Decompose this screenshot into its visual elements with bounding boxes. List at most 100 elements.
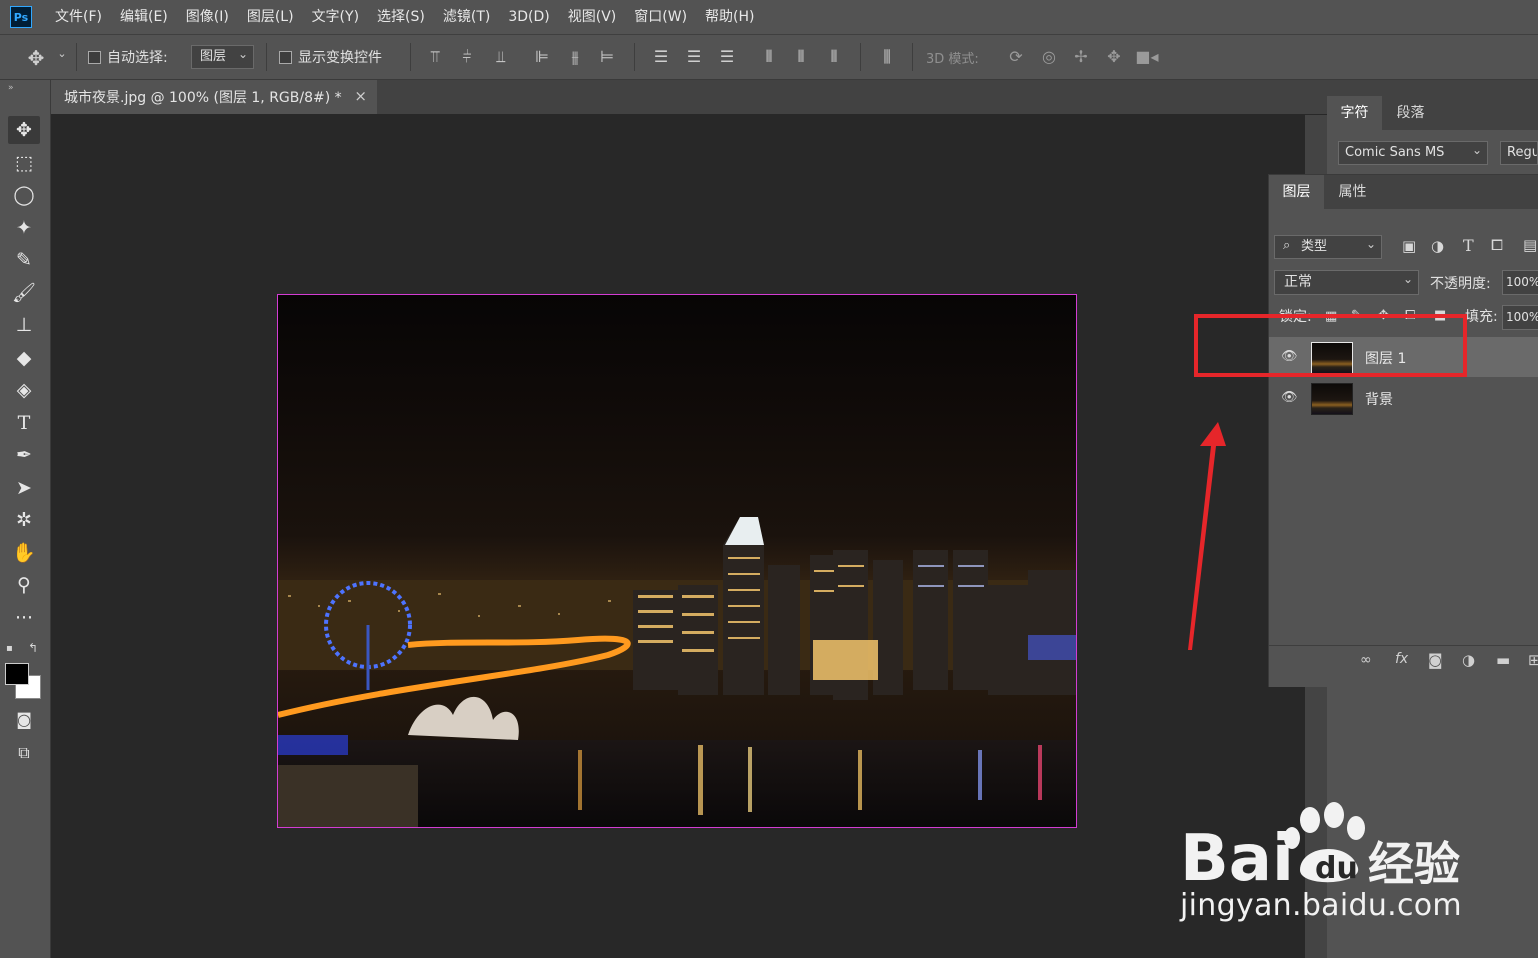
distribute-bottom-icon[interactable]: ☰ bbox=[715, 47, 739, 66]
layer-name[interactable]: 背景 bbox=[1365, 389, 1393, 409]
new-group-folder-icon[interactable]: ▬ bbox=[1496, 651, 1510, 669]
layer-style-fx-icon[interactable]: fx bbox=[1395, 651, 1408, 667]
3d-orbit-icon[interactable]: ⟳ bbox=[1004, 47, 1028, 66]
shape-tool-icon[interactable]: ✲ bbox=[8, 506, 40, 534]
menu-filter[interactable]: 滤镜(T) bbox=[434, 0, 499, 34]
document-tab[interactable]: 城市夜景.jpg @ 100% (图层 1, RGB/8#) * × bbox=[51, 80, 377, 114]
move-tool-icon[interactable]: ✥ bbox=[8, 116, 40, 144]
divider bbox=[410, 43, 411, 71]
distribute-right-icon[interactable]: ⦀ bbox=[822, 47, 846, 67]
zoom-tool-icon[interactable]: ⚲ bbox=[8, 571, 40, 599]
align-vcenter-icon[interactable]: ⫩ bbox=[455, 47, 479, 67]
3d-pan-icon[interactable]: ✢ bbox=[1069, 47, 1093, 66]
document-title: 城市夜景.jpg @ 100% (图层 1, RGB/8#) * bbox=[64, 90, 342, 106]
menu-layer[interactable]: 图层(L) bbox=[238, 0, 303, 34]
menubar: Ps 文件(F) 编辑(E) 图像(I) 图层(L) 文字(Y) 选择(S) 滤… bbox=[0, 0, 1538, 35]
hand-tool-icon[interactable]: ✋ bbox=[8, 539, 40, 567]
default-colors-icon[interactable]: ▪ bbox=[6, 643, 16, 654]
brush-tool-icon[interactable]: 🖌 bbox=[8, 279, 40, 307]
menu-help[interactable]: 帮助(H) bbox=[696, 0, 763, 34]
auto-select-label: 自动选择: bbox=[107, 50, 168, 66]
filter-pixel-icon[interactable]: ▣ bbox=[1402, 237, 1416, 255]
screen-mode-icon[interactable]: ⧉ bbox=[8, 739, 40, 767]
menu-view[interactable]: 视图(V) bbox=[559, 0, 626, 34]
align-left-icon[interactable]: ⊫ bbox=[530, 47, 554, 66]
opacity-label: 不透明度: bbox=[1430, 276, 1491, 292]
align-right-icon[interactable]: ⊨ bbox=[595, 47, 619, 66]
filter-adjustment-icon[interactable]: ◑ bbox=[1431, 237, 1444, 255]
menu-file[interactable]: 文件(F) bbox=[46, 0, 111, 34]
adjustment-layer-icon[interactable]: ◑ bbox=[1462, 651, 1475, 669]
menu-type[interactable]: 文字(Y) bbox=[303, 0, 368, 34]
new-layer-icon[interactable]: ⊞ bbox=[1528, 651, 1538, 669]
quick-mask-icon[interactable]: ◙ bbox=[8, 706, 40, 734]
lasso-tool-icon[interactable]: ◯ bbox=[8, 181, 40, 209]
move-tool-icon[interactable]: ✥ bbox=[24, 46, 48, 70]
document-tab-bar: 城市夜景.jpg @ 100% (图层 1, RGB/8#) * × bbox=[51, 80, 1327, 114]
paint-bucket-tool-icon[interactable]: ◈ bbox=[8, 376, 40, 404]
distribute-vcenter-icon[interactable]: ☰ bbox=[682, 47, 706, 66]
add-mask-icon[interactable]: ◙ bbox=[1428, 651, 1443, 669]
show-transform-label: 显示变换控件 bbox=[298, 50, 382, 66]
distribute-top-icon[interactable]: ☰ bbox=[649, 47, 673, 66]
tab-layers[interactable]: 图层 bbox=[1269, 175, 1324, 209]
font-family-dropdown[interactable]: Comic Sans MS bbox=[1338, 139, 1488, 165]
type-tool-icon[interactable]: T bbox=[8, 409, 40, 437]
fill-input[interactable]: 100% bbox=[1502, 305, 1538, 330]
visibility-eye-icon[interactable]: 👁 bbox=[1281, 390, 1298, 405]
menu-select[interactable]: 选择(S) bbox=[368, 0, 434, 34]
tab-character[interactable]: 字符 bbox=[1327, 96, 1382, 130]
tool-preset-chevron-icon[interactable]: ⌄ bbox=[50, 47, 74, 60]
magic-wand-tool-icon[interactable]: ✦ bbox=[8, 214, 40, 242]
foreground-color-swatch[interactable] bbox=[5, 663, 29, 685]
pen-tool-icon[interactable]: ✒ bbox=[8, 441, 40, 469]
align-top-icon[interactable]: ⫪ bbox=[423, 47, 447, 67]
eyedropper-tool-icon[interactable]: ✎ bbox=[8, 246, 40, 274]
align-bottom-icon[interactable]: ⫫ bbox=[489, 47, 513, 67]
filter-shape-icon[interactable]: ⧠ bbox=[1491, 236, 1503, 254]
marquee-tool-icon[interactable]: ⬚ bbox=[8, 149, 40, 177]
tab-properties[interactable]: 属性 bbox=[1325, 175, 1380, 209]
stamp-tool-icon[interactable]: ⊥ bbox=[8, 311, 40, 339]
collapse-icon[interactable]: » bbox=[8, 83, 14, 93]
show-transform-checkbox[interactable] bbox=[279, 50, 292, 64]
baidu-jingyan-text: 经验 bbox=[1368, 837, 1460, 890]
layer-thumbnail bbox=[1311, 383, 1353, 415]
eraser-tool-icon[interactable]: ◆ bbox=[8, 344, 40, 372]
watermark-url: jingyan.baidu.com bbox=[1180, 888, 1462, 923]
3d-roll-icon[interactable]: ◎ bbox=[1037, 47, 1061, 66]
opacity-input[interactable]: 100% bbox=[1502, 270, 1538, 295]
distribute-hcenter-icon[interactable]: ⦀ bbox=[789, 47, 813, 67]
menu-edit[interactable]: 编辑(E) bbox=[111, 0, 177, 34]
3d-scale-icon[interactable]: ■◂ bbox=[1135, 47, 1159, 66]
align-hcenter-icon[interactable]: ⫵ bbox=[563, 47, 587, 67]
3d-slide-icon[interactable]: ✥ bbox=[1102, 47, 1126, 66]
swap-colors-icon[interactable]: ↰ bbox=[28, 641, 38, 655]
blend-mode-dropdown[interactable]: 正常 bbox=[1274, 268, 1419, 295]
menu-3d[interactable]: 3D(D) bbox=[499, 0, 558, 34]
filter-smart-object-icon[interactable]: ▤ bbox=[1523, 236, 1537, 254]
distribute-left-icon[interactable]: ⦀ bbox=[757, 47, 781, 67]
path-selection-tool-icon[interactable]: ➤ bbox=[8, 474, 40, 502]
auto-select-checkbox[interactable] bbox=[88, 50, 101, 64]
font-style-dropdown[interactable]: Regul bbox=[1500, 141, 1538, 165]
menu-window[interactable]: 窗口(W) bbox=[625, 0, 696, 34]
canvas-image[interactable] bbox=[277, 294, 1077, 828]
layers-panel: 图层 属性 类型 ⌕ ▣ ◑ T ⧠ ▤ 正常 不透明度: 100% 锁定: ▦… bbox=[1268, 174, 1538, 687]
auto-align-icon[interactable]: ⫼ bbox=[875, 47, 899, 67]
tools-panel: » ✥ ⬚ ◯ ✦ ✎ 🖌 ⊥ ◆ ◈ T ✒ ➤ ✲ ✋ ⚲ ··· ▪ ↰ … bbox=[0, 80, 51, 958]
divider bbox=[912, 43, 913, 71]
menu-image[interactable]: 图像(I) bbox=[177, 0, 238, 34]
highlight-box bbox=[1194, 314, 1467, 377]
svg-text:du: du bbox=[1315, 851, 1358, 886]
more-tools-icon[interactable]: ··· bbox=[8, 604, 40, 632]
tab-paragraph[interactable]: 段落 bbox=[1383, 96, 1438, 130]
options-bar: ✥ ⌄ 自动选择: 图层 显示变换控件 ⫪ ⫩ ⫫ ⊫ ⫵ ⊨ ☰ ☰ ☰ ⦀ … bbox=[0, 35, 1538, 80]
close-icon[interactable]: × bbox=[354, 87, 367, 105]
layer-row[interactable]: 👁 背景 bbox=[1269, 378, 1538, 418]
filter-type-icon[interactable]: T bbox=[1463, 236, 1474, 255]
annotation-arrow bbox=[1188, 422, 1226, 650]
layers-panel-tabs: 图层 属性 bbox=[1269, 175, 1538, 209]
auto-select-dropdown[interactable]: 图层 bbox=[191, 43, 254, 69]
link-layers-icon[interactable]: ∞ bbox=[1360, 652, 1372, 668]
